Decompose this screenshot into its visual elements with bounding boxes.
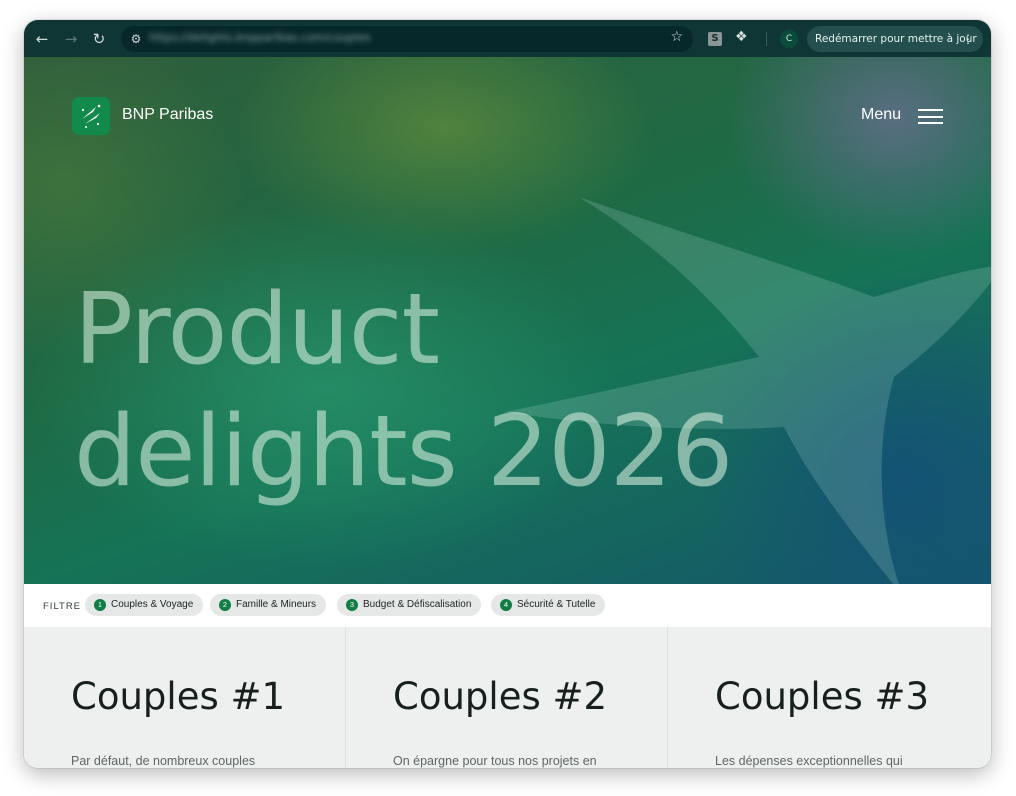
stars-logo-icon [81, 104, 101, 128]
cards-grid: Couples #1 Par défaut, de nombreux coupl… [24, 627, 991, 768]
filter-bar: FILTRE 1 Couples & Voyage 2 Famille & Mi… [24, 584, 991, 627]
profile-avatar[interactable]: C [780, 30, 798, 48]
browser-toolbar: ← → ↻ ⚙ https://delights.bnpparibas.com/… [24, 20, 991, 57]
reload-icon[interactable]: ↻ [89, 29, 109, 49]
card-title: Couples #1 [71, 675, 286, 718]
hero-section: BNP Paribas Menu Product delights 2026 [24, 57, 991, 584]
hero-title-line-2: delights 2026 [74, 395, 733, 509]
hero-title: Product delights 2026 [74, 269, 733, 513]
address-bar[interactable]: ⚙ https://delights.bnpparibas.com/couple… [121, 26, 693, 52]
chip-label: Couples & Voyage [111, 599, 194, 610]
hero-title-line-1: Product [74, 273, 440, 387]
hamburger-menu-icon[interactable] [918, 109, 943, 124]
back-arrow-icon[interactable]: ← [32, 29, 52, 49]
brand-name[interactable]: BNP Paribas [122, 106, 213, 124]
card-couples-3[interactable]: Couples #3 Les dépenses exceptionnelles … [667, 627, 991, 768]
restart-update-button[interactable]: Redémarrer pour mettre à jour ⋮ [807, 26, 983, 52]
forward-arrow-icon[interactable]: → [61, 29, 81, 49]
chip-number: 3 [346, 599, 358, 611]
card-text: Les dépenses exceptionnelles qui [715, 754, 903, 768]
toolbar-divider [766, 32, 767, 46]
chip-number: 4 [500, 599, 512, 611]
card-title: Couples #2 [393, 675, 608, 718]
card-text: Par défaut, de nombreux couples [71, 754, 256, 768]
chip-number: 1 [94, 599, 106, 611]
filter-chip-securite-tutelle[interactable]: 4 Sécurité & Tutelle [491, 594, 606, 616]
bookmark-star-icon[interactable]: ☆ [670, 29, 683, 45]
extension-s-icon[interactable]: S [708, 32, 722, 46]
browser-window: ← → ↻ ⚙ https://delights.bnpparibas.com/… [24, 20, 991, 768]
bnp-logo[interactable] [72, 97, 110, 135]
menu-label[interactable]: Menu [861, 106, 901, 124]
filter-label: FILTRE [43, 601, 82, 612]
chip-number: 2 [219, 599, 231, 611]
card-couples-1[interactable]: Couples #1 Par défaut, de nombreux coupl… [24, 627, 345, 768]
chip-label: Sécurité & Tutelle [517, 599, 596, 610]
restart-update-label: Redémarrer pour mettre à jour [815, 33, 977, 45]
chip-label: Budget & Défiscalisation [363, 599, 472, 610]
kebab-menu-icon[interactable]: ⋮ [962, 26, 974, 52]
site-info-icon[interactable]: ⚙ [127, 30, 145, 48]
card-title: Couples #3 [715, 675, 930, 718]
filter-chip-famille-mineurs[interactable]: 2 Famille & Mineurs [210, 594, 327, 616]
extensions-puzzle-icon[interactable]: ❖ [735, 29, 748, 45]
chip-label: Famille & Mineurs [236, 599, 317, 610]
card-text: On épargne pour tous nos projets en [393, 754, 597, 768]
card-couples-2[interactable]: Couples #2 On épargne pour tous nos proj… [345, 627, 668, 768]
filter-chip-budget-defiscalisation[interactable]: 3 Budget & Défiscalisation [337, 594, 482, 616]
url-text[interactable]: https://delights.bnpparibas.com/couples [149, 31, 370, 44]
filter-chip-couples-voyage[interactable]: 1 Couples & Voyage [85, 594, 204, 616]
